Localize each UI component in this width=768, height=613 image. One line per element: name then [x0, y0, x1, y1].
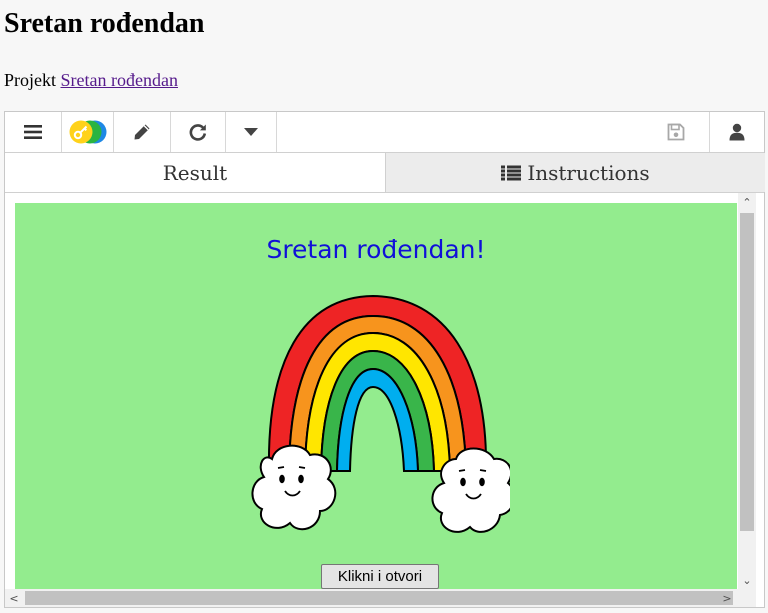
tab-result[interactable]: Result	[5, 153, 386, 192]
scroll-left-arrow-icon[interactable]: <	[5, 589, 23, 607]
editor-frame: Result Instructions Sretan rođendan! Kli…	[4, 111, 765, 608]
key-icon	[69, 120, 106, 144]
project-line: Projekt Sretan rođendan	[4, 68, 178, 92]
caret-down-icon	[244, 128, 258, 136]
more-options-button[interactable]	[226, 112, 277, 152]
scroll-up-arrow-icon[interactable]: ⌃	[738, 193, 756, 211]
project-stage: Sretan rođendan! Klikni i otvori	[15, 203, 737, 589]
tab-result-label: Result	[162, 160, 228, 185]
horizontal-scrollbar[interactable]: < >	[5, 589, 756, 607]
left-cloud	[251, 444, 337, 531]
save-icon	[667, 123, 685, 141]
greeting-text: Sretan rođendan!	[266, 235, 486, 264]
account-button[interactable]	[709, 112, 764, 152]
view-tabs: Result Instructions	[5, 153, 765, 193]
menu-icon	[24, 125, 42, 139]
page-title: Sretan rođendan	[4, 8, 205, 39]
horizontal-scroll-thumb[interactable]	[25, 591, 733, 605]
project-prefix: Projekt	[4, 70, 56, 90]
edit-button[interactable]	[114, 112, 171, 152]
project-link[interactable]: Sretan rođendan	[61, 70, 178, 90]
scroll-down-arrow-icon[interactable]: ⌄	[738, 571, 756, 589]
save-button[interactable]	[643, 112, 709, 152]
tab-instructions[interactable]: Instructions	[386, 153, 765, 192]
tab-instructions-label: Instructions	[527, 160, 650, 185]
user-icon	[729, 123, 745, 141]
vertical-scroll-thumb[interactable]	[740, 213, 754, 531]
list-icon	[501, 165, 522, 180]
toolbar	[5, 112, 764, 153]
menu-button[interactable]	[5, 112, 62, 152]
refresh-icon	[189, 124, 207, 141]
rainbow-sprite	[251, 294, 510, 533]
scroll-right-arrow-icon[interactable]: >	[718, 589, 736, 607]
access-key-button[interactable]	[62, 112, 114, 152]
vertical-scrollbar[interactable]: ⌃ ⌄	[738, 193, 756, 589]
pencil-icon	[134, 124, 150, 140]
reload-button[interactable]	[171, 112, 226, 152]
open-button[interactable]: Klikni i otvori	[321, 564, 439, 589]
